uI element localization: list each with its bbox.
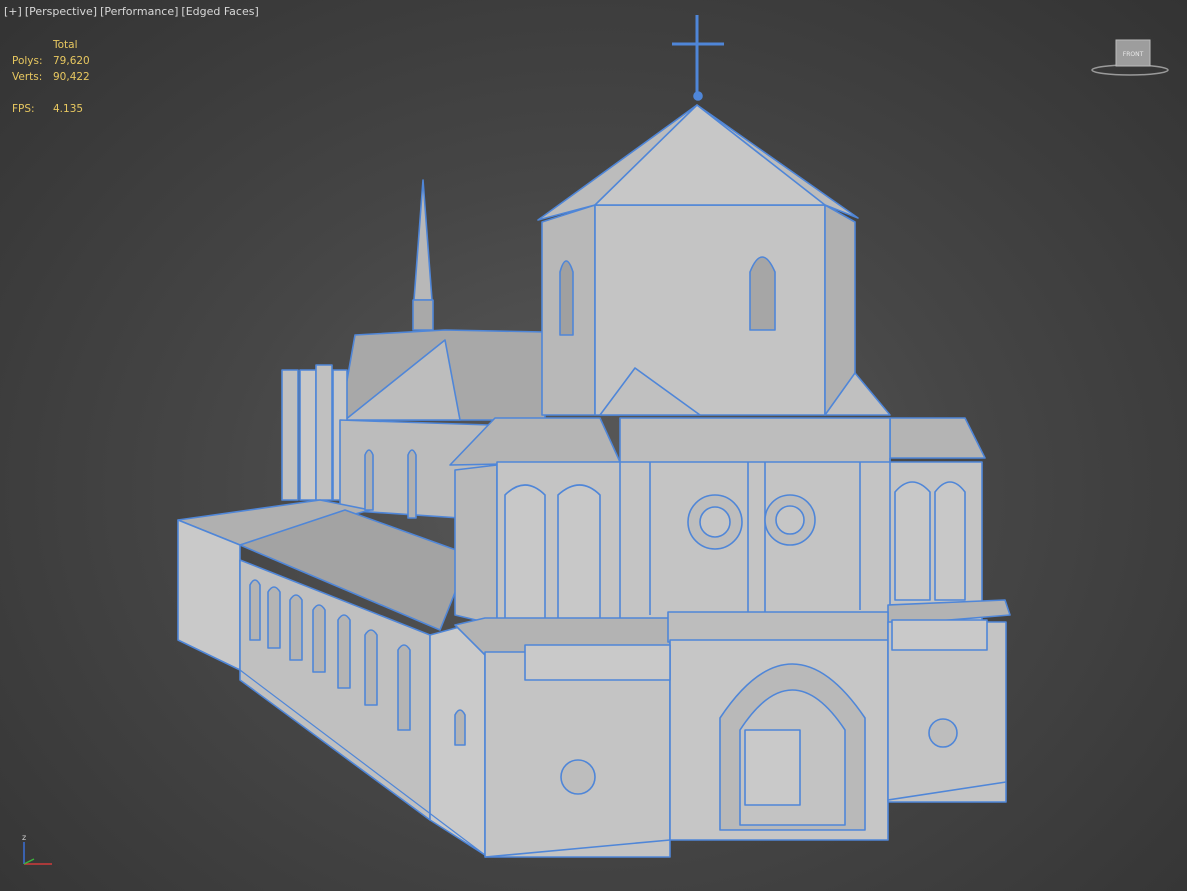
porch-roof [667, 611, 889, 643]
tower-window-left [559, 260, 574, 336]
viewcube[interactable]: FRONT [1090, 36, 1170, 78]
aisle-wall-front [177, 519, 241, 671]
rose-window-4 [928, 718, 958, 748]
axis-tripod-icon: z [22, 833, 52, 865]
viewport-pov-menu[interactable]: [Perspective] [25, 5, 97, 18]
axis-z-label: z [22, 833, 26, 842]
viewport-plus-menu[interactable]: [+] [4, 5, 22, 18]
tower-window-front [749, 256, 776, 331]
stats-header: Total [53, 39, 78, 51]
west-upper-mid-roof [619, 417, 891, 464]
spire-base [412, 299, 434, 331]
perspective-viewport[interactable]: [+] [Perspective] [Performance] [Edged Face… [0, 0, 1187, 891]
viewcube-front-label: FRONT [1123, 51, 1144, 58]
spire [413, 179, 433, 301]
rose-window-3 [560, 759, 596, 795]
viewport-label-menu[interactable]: [+] [Perspective] [Performance] [Edged Face… [4, 5, 262, 18]
stats-overlay: Total Polys: 79,620 Verts: 90,422 FPS: 4.13… [12, 37, 90, 117]
west-lower-wall-left [484, 651, 671, 858]
west-upper-wall-left [454, 464, 498, 626]
fps-value: 4.135 [53, 103, 84, 115]
polys-value: 79,620 [53, 55, 90, 67]
fps-label: FPS: [12, 103, 35, 115]
verts-label: Verts: [12, 71, 43, 83]
viewport-display-menu[interactable]: [Edged Faces] [181, 5, 258, 18]
verts-value: 90,422 [53, 71, 90, 83]
west-upper-right-roof [889, 417, 986, 459]
polys-label: Polys: [12, 55, 43, 67]
cathedral-model [177, 15, 1011, 858]
portal-doors [744, 729, 801, 806]
viewport-shading-menu[interactable]: [Performance] [100, 5, 178, 18]
